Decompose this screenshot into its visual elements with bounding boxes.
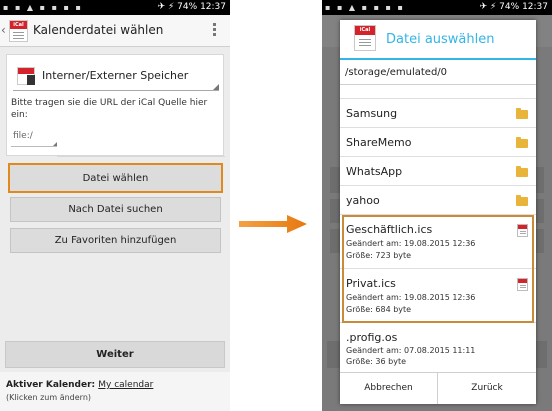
dialog-title: Datei auswählen <box>386 32 495 47</box>
change-hint: (Klicken zum ändern) <box>6 393 92 402</box>
clock: 12:37 <box>522 2 548 12</box>
active-calendar-footer[interactable]: Aktiver Kalender: My calendar (Klicken z… <box>0 372 230 411</box>
active-calendar-link[interactable]: My calendar <box>98 380 153 390</box>
storage-label: Interner/Externer Speicher <box>42 69 189 82</box>
ical-app-icon: iCal <box>354 25 376 51</box>
folder-name: yahoo <box>346 194 380 207</box>
status-right: ✈ ⚡ 74% 12:37 <box>479 2 548 12</box>
folder-item[interactable]: WhatsApp <box>340 157 536 186</box>
url-protocol-spinner[interactable]: file:/ <box>11 127 57 147</box>
battery-level: 74% <box>499 2 520 12</box>
list-item-partial[interactable] <box>340 85 536 99</box>
back-caret-icon[interactable]: ‹ <box>1 23 6 37</box>
file-size: Größe: 684 byte <box>346 305 412 314</box>
file-item[interactable]: .profig.os Geändert am: 07.08.2015 11:11… <box>340 323 536 372</box>
notification-icons: ▪ ▪ ▲ ▪ ▪ ▪ ▪ <box>3 3 83 12</box>
clock: 12:37 <box>200 2 226 12</box>
screen-file-picker: ▪ ▪ ▲ ▪ ▪ ▪ ▪ ✈ ⚡ 74% 12:37 iCal Datei a… <box>322 0 552 411</box>
transition-arrow-icon <box>237 213 309 235</box>
folder-icon <box>516 108 528 119</box>
spinner-arrow-icon <box>53 142 57 146</box>
ical-app-icon[interactable]: iCal <box>9 20 28 42</box>
active-calendar-label: Aktiver Kalender: <box>6 380 96 390</box>
folder-icon <box>516 195 528 206</box>
search-file-button[interactable]: Nach Datei suchen <box>10 197 221 222</box>
file-size: Größe: 36 byte <box>346 357 406 366</box>
next-button[interactable]: Weiter <box>5 341 225 368</box>
cancel-button[interactable]: Abbrechen <box>340 373 438 404</box>
back-button[interactable]: Zurück <box>438 373 536 404</box>
folder-name: ShareMemo <box>346 136 412 149</box>
active-calendar-row: Aktiver Kalender: My calendar <box>6 380 153 390</box>
url-input-underline[interactable] <box>57 156 225 157</box>
url-prompt: Bitte tragen sie die URL der iCal Quelle… <box>11 98 208 120</box>
screen-kalenderdatei: ▪ ▪ ▲ ▪ ▪ ▪ ▪ ✈ ⚡ 74% 12:37 ‹ iCal Kalen… <box>0 0 230 411</box>
dialog-header: iCal Datei auswählen <box>340 20 536 60</box>
app-bar: ‹ iCal Kalenderdatei wählen <box>0 15 230 47</box>
status-bar: ▪ ▪ ▲ ▪ ▪ ▪ ▪ ✈ ⚡ 74% 12:37 <box>322 0 552 15</box>
dialog-buttons: Abbrechen Zurück <box>340 372 536 404</box>
spinner-arrow-icon <box>213 84 219 90</box>
file-picker-dialog: iCal Datei auswählen /storage/emulated/0… <box>340 20 536 404</box>
choose-file-button[interactable]: Datei wählen <box>8 163 223 193</box>
status-right: ✈ ⚡ 74% 12:37 <box>157 2 226 12</box>
file-modified: Geändert am: 07.08.2015 11:11 <box>346 346 476 355</box>
folder-item[interactable]: yahoo <box>340 186 536 215</box>
app-title: Kalenderdatei wählen <box>33 23 164 37</box>
folder-item[interactable]: ShareMemo <box>340 128 536 157</box>
folder-icon <box>516 137 528 148</box>
folder-icon <box>516 166 528 177</box>
overflow-menu-icon[interactable] <box>213 23 216 38</box>
file-name: .profig.os <box>346 331 398 344</box>
folder-item[interactable]: Samsung <box>340 99 536 128</box>
folder-name: WhatsApp <box>346 165 403 178</box>
file-name: Geschäftlich.ics <box>346 223 433 236</box>
file-item[interactable]: Geschäftlich.ics Geändert am: 19.08.2015… <box>340 215 536 269</box>
current-path: /storage/emulated/0 <box>345 67 448 78</box>
add-favorite-button[interactable]: Zu Favoriten hinzufügen <box>10 228 221 253</box>
source-card: Interner/Externer Speicher Bitte tragen … <box>6 54 225 157</box>
battery-level: 74% <box>177 2 198 12</box>
ics-file-icon <box>517 224 528 237</box>
notification-icons: ▪ ▪ ▲ ▪ ▪ ▪ ▪ <box>325 3 405 12</box>
file-modified: Geändert am: 19.08.2015 12:36 <box>346 239 476 248</box>
file-name: Privat.ics <box>346 277 396 290</box>
url-protocol-value: file:/ <box>13 131 33 141</box>
file-modified: Geändert am: 19.08.2015 12:36 <box>346 293 476 302</box>
file-size: Größe: 723 byte <box>346 251 412 260</box>
folder-name: Samsung <box>346 107 398 120</box>
file-item[interactable]: Privat.ics Geändert am: 19.08.2015 12:36… <box>340 269 536 323</box>
sd-card-icon <box>17 67 35 85</box>
storage-spinner[interactable]: Interner/Externer Speicher <box>13 63 219 91</box>
status-bar: ▪ ▪ ▲ ▪ ▪ ▪ ▪ ✈ ⚡ 74% 12:37 <box>0 0 230 15</box>
ics-file-icon <box>517 278 528 291</box>
